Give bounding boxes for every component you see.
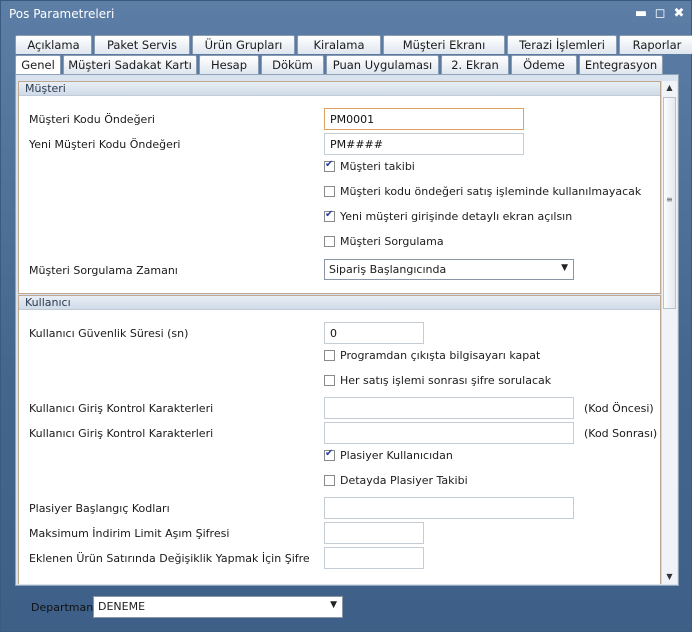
security-time-input[interactable]: 0 <box>324 322 424 344</box>
footer-bar: Departman DENEME ▼ <box>1 589 691 631</box>
plasiyer-detail-label: Detayda Plasiyer Takibi <box>340 474 468 487</box>
checkbox-unchecked-icon[interactable] <box>324 475 335 486</box>
max-discount-label: Maksimum İndirim Limit Aşım Şifresi <box>29 527 230 540</box>
checkbox-checked-icon[interactable] <box>324 209 335 222</box>
settings-scroll-area: Müşteri Müşteri Kodu Öndeğeri PM0001 Yen… <box>18 81 661 584</box>
tab-entegrasyon[interactable]: Entegrasyon <box>579 55 663 74</box>
query-time-select[interactable]: Sipariş Başlangıcında ▼ <box>324 259 574 280</box>
plasiyer-codes-label: Plasiyer Başlangıç Kodları <box>29 502 170 515</box>
shutdown-label: Programdan çıkışta bilgisayarı kapat <box>340 349 541 362</box>
checkbox-checked-icon[interactable] <box>324 159 335 172</box>
tab-dokum[interactable]: Döküm <box>261 55 324 74</box>
login-chars-before-suffix: (Kod Öncesi) <box>584 402 654 415</box>
login-chars-after-input[interactable] <box>324 422 574 444</box>
login-chars-after-suffix: (Kod Sonrası) <box>584 427 658 440</box>
code-unused-checkbox[interactable]: Müşteri kodu öndeğeri satış işleminde ku… <box>324 185 641 198</box>
detail-screen-checkbox[interactable]: Yeni müşteri girişinde detaylı ekran açı… <box>324 209 573 223</box>
tab-raporlar[interactable]: Raporlar <box>619 35 692 54</box>
code-default-label: Müşteri Kodu Öndeğeri <box>29 113 155 126</box>
login-chars-before-input[interactable] <box>324 397 574 419</box>
checkbox-unchecked-icon[interactable] <box>324 236 335 247</box>
login-chars-label-before: Kullanıcı Giriş Kontrol Karakterleri <box>29 402 214 415</box>
checkbox-checked-icon[interactable] <box>324 448 335 461</box>
edit-line-input[interactable] <box>324 547 424 569</box>
tab-row-1: Açıklama Paket Servis Ürün Grupları Kira… <box>15 35 692 54</box>
login-chars-label-after: Kullanıcı Giriş Kontrol Karakterleri <box>29 427 214 440</box>
password-each-sale-label: Her satış işlemi sonrası şifre sorulacak <box>340 374 552 387</box>
tab-kiralama[interactable]: Kiralama <box>297 35 381 54</box>
musteri-tracking-checkbox[interactable]: Müşteri takibi <box>324 159 415 173</box>
plasiyer-detail-checkbox[interactable]: Detayda Plasiyer Takibi <box>324 474 468 487</box>
plasiyer-codes-input[interactable] <box>324 497 574 519</box>
department-label: Departman <box>31 601 94 614</box>
title-bar: Pos Parametreleri ▬ ◻ ✖ <box>1 1 691 29</box>
maximize-icon[interactable]: ◻ <box>652 6 668 22</box>
detail-screen-label: Yeni müşteri girişinde detaylı ekran açı… <box>340 210 573 223</box>
department-value: DENEME <box>98 600 146 613</box>
plasiyer-user-checkbox[interactable]: Plasiyer Kullanıcıdan <box>324 448 453 462</box>
musteri-tracking-label: Müşteri takibi <box>340 160 415 173</box>
tab-genel[interactable]: Genel <box>15 55 61 76</box>
tab-puan-uygulamasi[interactable]: Puan Uygulaması <box>326 55 439 74</box>
tab-terazi-islemleri[interactable]: Terazi İşlemleri <box>507 35 617 54</box>
chevron-down-icon[interactable]: ▼ <box>330 600 337 610</box>
musteri-query-checkbox[interactable]: Müşteri Sorgulama <box>324 235 444 248</box>
security-time-label: Kullanıcı Güvenlik Süresi (sn) <box>29 327 189 340</box>
tab-musteri-ekrani[interactable]: Müşteri Ekranı <box>383 35 505 54</box>
musteri-query-label: Müşteri Sorgulama <box>340 235 444 248</box>
department-select[interactable]: DENEME ▼ <box>93 596 343 618</box>
query-time-value: Sipariş Başlangıcında <box>329 263 447 276</box>
vertical-scrollbar[interactable]: ▲ ≡ ▼ <box>661 81 677 584</box>
max-discount-input[interactable] <box>324 522 424 544</box>
window-title: Pos Parametreleri <box>9 7 115 21</box>
chevron-down-icon[interactable]: ▼ <box>561 263 568 273</box>
query-time-label: Müşteri Sorgulama Zamanı <box>29 264 178 277</box>
tab-urun-gruplari[interactable]: Ürün Grupları <box>192 35 295 54</box>
kullanici-group-heading: Kullanıcı <box>19 296 660 310</box>
musteri-group: Müşteri Müşteri Kodu Öndeğeri PM0001 Yen… <box>18 81 661 294</box>
tab-row-2: Genel Müşteri Sadakat Kartı Hesap Döküm … <box>15 55 665 76</box>
shutdown-checkbox[interactable]: Programdan çıkışta bilgisayarı kapat <box>324 349 540 362</box>
checkbox-unchecked-icon[interactable] <box>324 350 335 361</box>
new-code-default-label: Yeni Müşteri Kodu Öndeğeri <box>29 138 181 151</box>
plasiyer-user-label: Plasiyer Kullanıcıdan <box>340 449 453 462</box>
checkbox-unchecked-icon[interactable] <box>324 186 335 197</box>
pos-parameters-window: Pos Parametreleri ▬ ◻ ✖ Açıklama Paket S… <box>0 0 692 632</box>
tab-2-ekran[interactable]: 2. Ekran <box>441 55 509 74</box>
scroll-up-icon[interactable]: ▲ <box>662 81 677 95</box>
scroll-down-icon[interactable]: ▼ <box>662 570 677 584</box>
tab-content-panel: Müşteri Müşteri Kodu Öndeğeri PM0001 Yen… <box>15 74 679 586</box>
tab-musteri-sadakat-karti[interactable]: Müşteri Sadakat Kartı <box>63 55 197 74</box>
grip-icon: ≡ <box>666 195 673 204</box>
password-each-sale-checkbox[interactable]: Her satış işlemi sonrası şifre sorulacak <box>324 374 551 387</box>
close-icon[interactable]: ✖ <box>671 6 687 22</box>
code-default-input[interactable]: PM0001 <box>324 108 524 130</box>
checkbox-unchecked-icon[interactable] <box>324 375 335 386</box>
new-code-default-input[interactable]: PM#### <box>324 133 524 155</box>
tab-aciklama[interactable]: Açıklama <box>15 35 92 54</box>
tab-hesap[interactable]: Hesap <box>199 55 259 74</box>
musteri-group-heading: Müşteri <box>19 82 660 96</box>
tab-paket-servis[interactable]: Paket Servis <box>94 35 190 54</box>
tab-odeme[interactable]: Ödeme <box>511 55 577 74</box>
kullanici-group: Kullanıcı Kullanıcı Güvenlik Süresi (sn)… <box>18 295 661 584</box>
scrollbar-thumb[interactable]: ≡ <box>663 97 676 309</box>
minimize-icon[interactable]: ▬ <box>633 6 649 22</box>
code-unused-label: Müşteri kodu öndeğeri satış işleminde ku… <box>340 185 642 198</box>
edit-line-label: Eklenen Ürün Satırında Değişiklik Yapmak… <box>29 552 310 565</box>
